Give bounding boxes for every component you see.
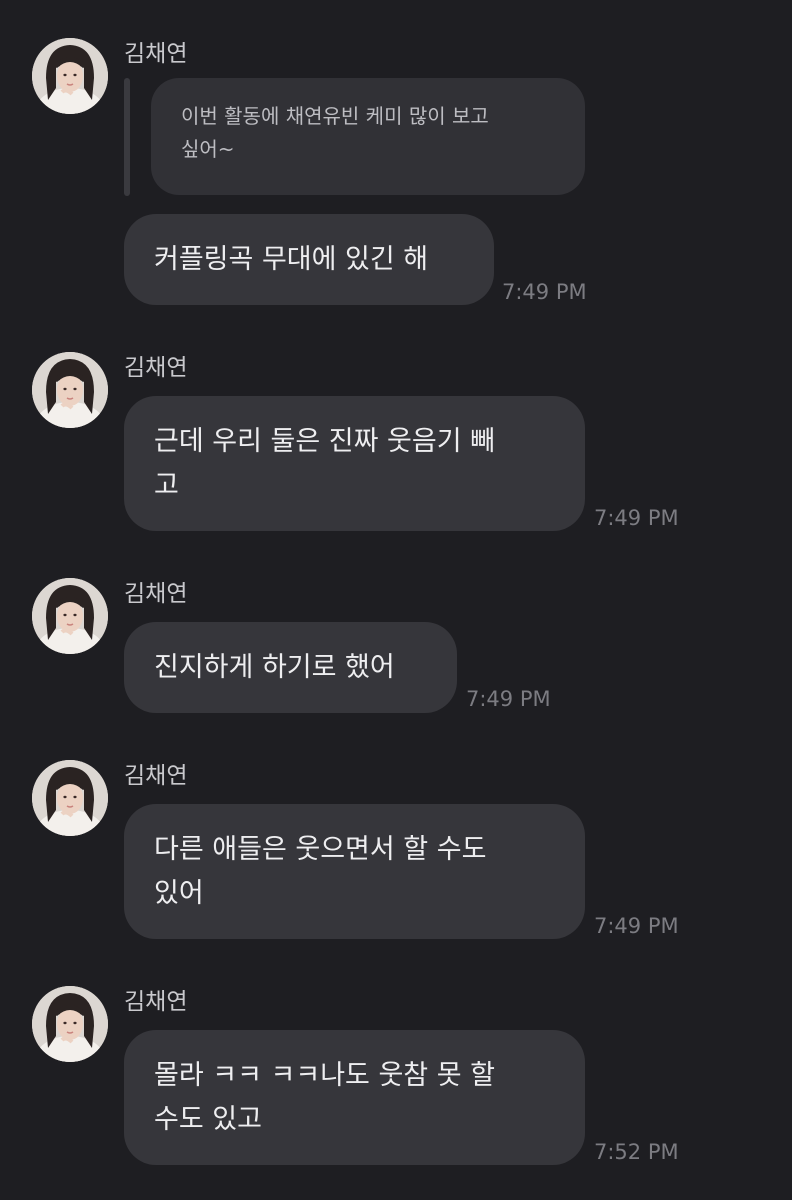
message-timestamp: 7:49 PM — [594, 506, 679, 530]
avatar[interactable] — [32, 578, 108, 654]
avatar-photo — [32, 578, 108, 654]
sender-name: 김채연 — [124, 989, 188, 1015]
sender-name: 김채연 — [124, 763, 188, 789]
quote-bar — [124, 78, 130, 196]
avatar-photo — [32, 352, 108, 428]
message-timestamp: 7:52 PM — [594, 1140, 679, 1164]
quoted-message-text[interactable]: 이번 활동에 채연유빈 케미 많이 보고 싶어~ — [151, 78, 585, 195]
message-timestamp: 7:49 PM — [594, 914, 679, 938]
avatar-photo — [32, 760, 108, 836]
avatar-photo — [32, 38, 108, 114]
avatar[interactable] — [32, 986, 108, 1062]
message-bubble[interactable]: 진지하게 하기로 했어 — [124, 622, 457, 713]
message-bubble[interactable]: 커플링곡 무대에 있긴 해 — [124, 214, 494, 305]
avatar-photo — [32, 986, 108, 1062]
sender-name: 김채연 — [124, 581, 188, 607]
sender-name: 김채연 — [124, 355, 188, 381]
message-timestamp: 7:49 PM — [502, 280, 587, 304]
message-bubble[interactable]: 몰라 ㅋㅋ ㅋㅋ나도 웃참 못 할 수도 있고 — [124, 1030, 585, 1165]
message-bubble[interactable]: 근데 우리 둘은 진짜 웃음기 빼 고 — [124, 396, 585, 531]
avatar[interactable] — [32, 760, 108, 836]
avatar[interactable] — [32, 38, 108, 114]
message-timestamp: 7:49 PM — [466, 687, 551, 711]
message-bubble[interactable]: 다른 애들은 웃으면서 할 수도 있어 — [124, 804, 585, 939]
sender-name: 김채연 — [124, 41, 188, 67]
avatar[interactable] — [32, 352, 108, 428]
